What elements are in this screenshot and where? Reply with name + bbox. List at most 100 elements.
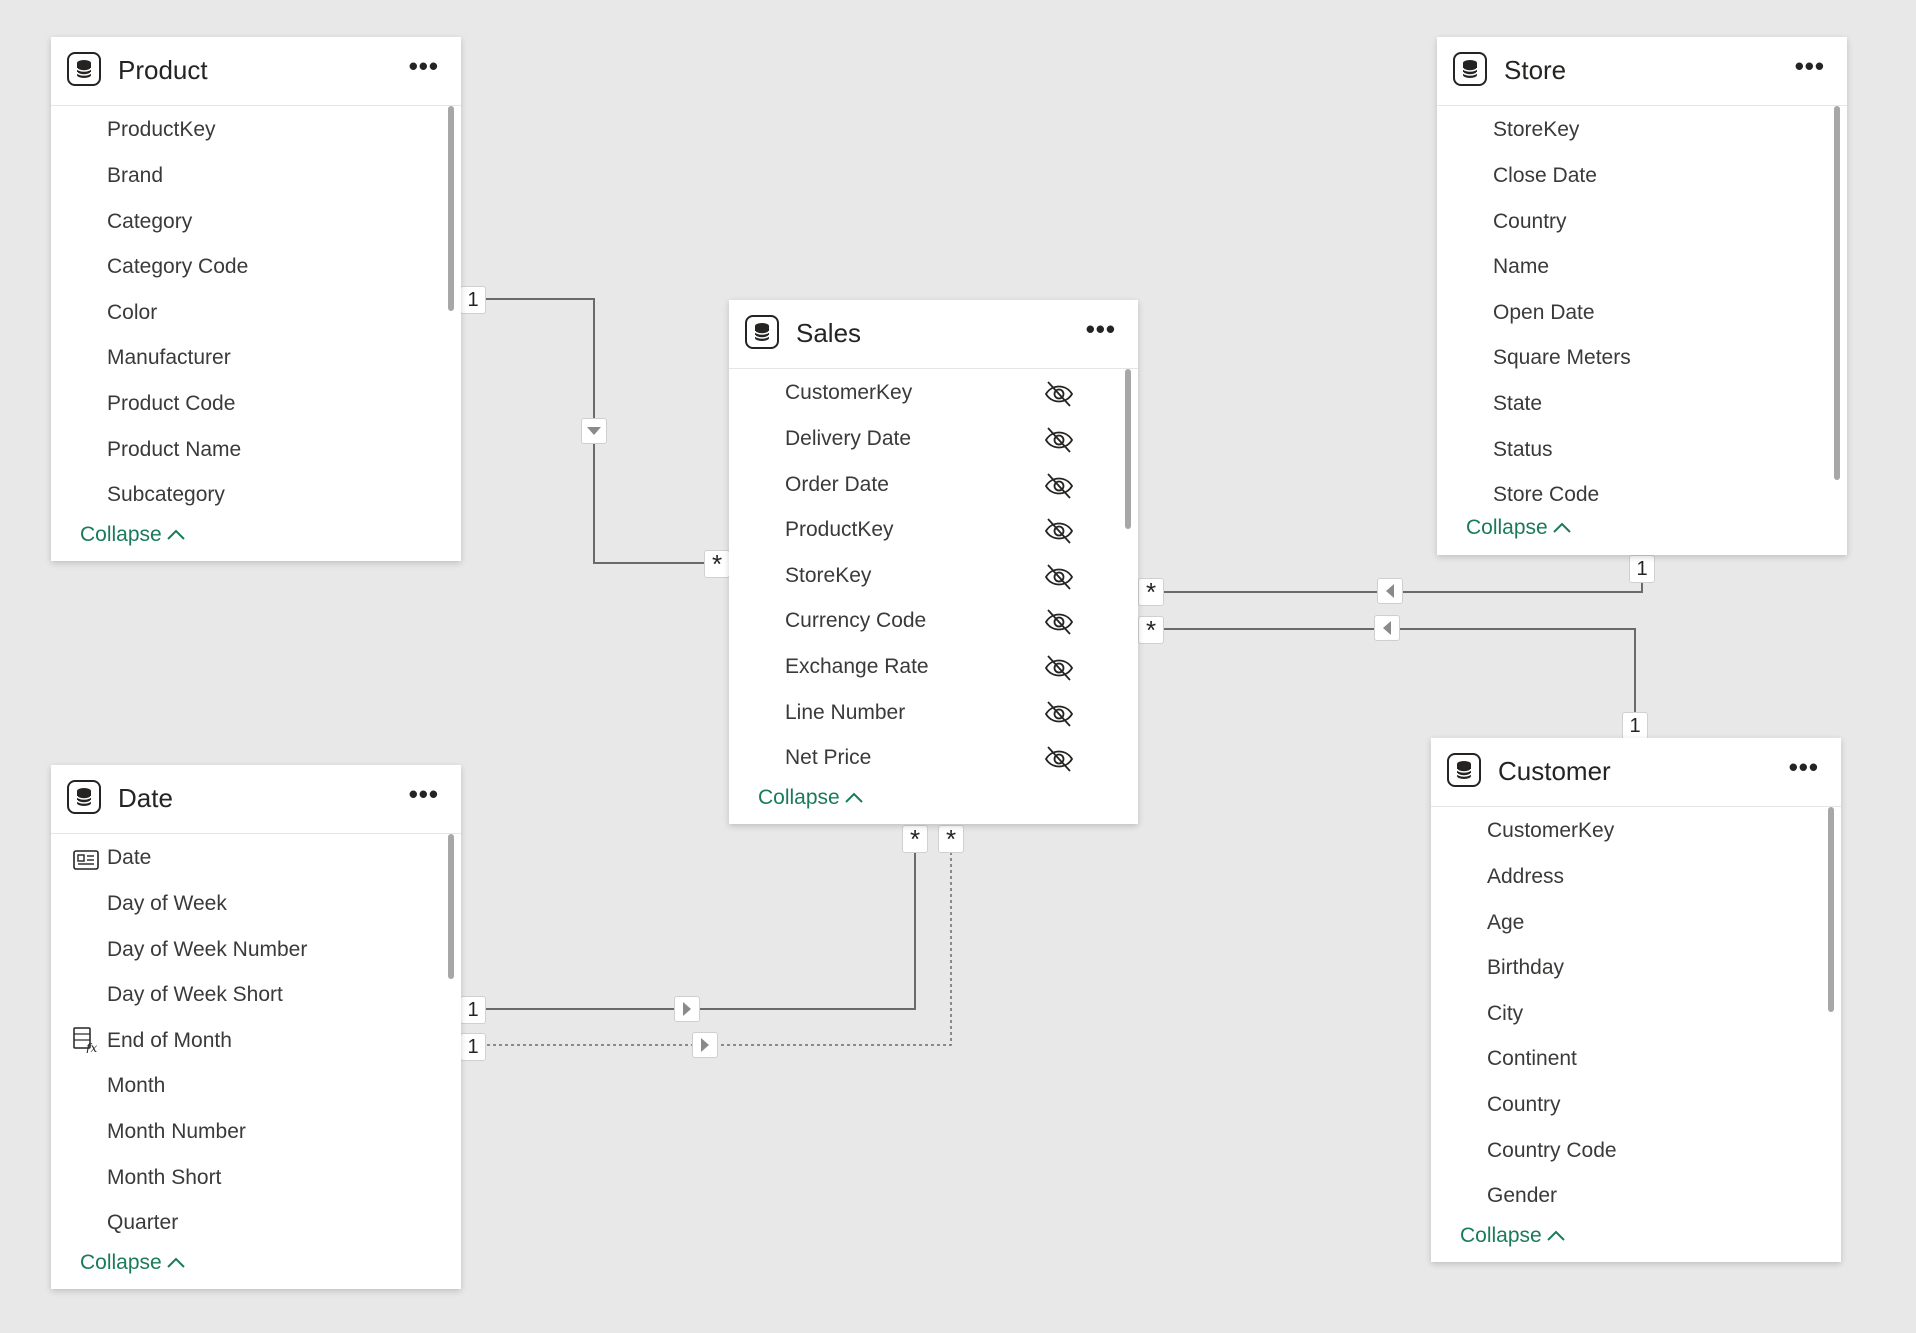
field-day-of-week-short[interactable]: Day of Week Short: [107, 983, 283, 1007]
field-exchange-rate[interactable]: Exchange Rate: [785, 655, 929, 679]
chevron-up-icon: [1546, 1224, 1566, 1248]
table-database-icon: [67, 780, 101, 814]
collapse-button[interactable]: Collapse: [1466, 516, 1572, 540]
field-category[interactable]: Category: [107, 210, 192, 234]
hidden-eye-icon: [1044, 745, 1074, 778]
more-options-icon[interactable]: •••: [1789, 752, 1819, 783]
field-customerkey[interactable]: CustomerKey: [1487, 819, 1614, 843]
field-continent[interactable]: Continent: [1487, 1047, 1577, 1071]
table-database-icon: [67, 52, 101, 86]
field-line-number[interactable]: Line Number: [785, 701, 905, 725]
chevron-up-icon: [166, 1251, 186, 1275]
table-header[interactable]: Date •••: [51, 765, 461, 834]
filter-direction-right-arrow-date-inactive[interactable]: [692, 1032, 718, 1058]
field-subcategory[interactable]: Subcategory: [107, 483, 225, 507]
field-state[interactable]: State: [1493, 392, 1542, 416]
field-gender[interactable]: Gender: [1487, 1184, 1557, 1208]
field-city[interactable]: City: [1487, 1002, 1523, 1026]
field-product-code[interactable]: Product Code: [107, 392, 235, 416]
field-customerkey[interactable]: CustomerKey: [785, 381, 912, 405]
field-age[interactable]: Age: [1487, 911, 1524, 935]
field-date[interactable]: Date: [107, 846, 151, 870]
hidden-eye-icon: [1044, 700, 1074, 733]
table-card-store[interactable]: Store ••• StoreKey Close Date Country Na…: [1437, 37, 1847, 555]
field-list: CustomerKey Delivery Date Order Date Pro…: [729, 369, 1138, 779]
field-month-short[interactable]: Month Short: [107, 1166, 221, 1190]
field-color[interactable]: Color: [107, 301, 157, 325]
scrollbar[interactable]: [1834, 106, 1840, 480]
field-net-price[interactable]: Net Price: [785, 746, 871, 770]
filter-direction-left-arrow-customer[interactable]: [1374, 615, 1400, 641]
table-header[interactable]: Sales •••: [729, 300, 1138, 369]
table-header[interactable]: Product •••: [51, 37, 461, 106]
field-birthday[interactable]: Birthday: [1487, 956, 1564, 980]
cardinality-one-date-inactive: 1: [460, 1033, 486, 1061]
cardinality-one-product: 1: [460, 286, 486, 314]
field-productkey[interactable]: ProductKey: [107, 118, 216, 142]
field-country-code[interactable]: Country Code: [1487, 1139, 1617, 1163]
svg-text:fx: fx: [85, 1041, 97, 1053]
field-category-code[interactable]: Category Code: [107, 255, 248, 279]
field-quarter[interactable]: Quarter: [107, 1211, 178, 1235]
field-order-date[interactable]: Order Date: [785, 473, 889, 497]
table-database-icon: [1453, 52, 1487, 86]
filter-direction-left-arrow-store[interactable]: [1377, 578, 1403, 604]
collapse-button[interactable]: Collapse: [80, 1251, 186, 1275]
field-day-of-week-number[interactable]: Day of Week Number: [107, 938, 307, 962]
hidden-eye-icon: [1044, 426, 1074, 459]
table-title: Product: [118, 55, 208, 85]
field-name[interactable]: Name: [1493, 255, 1549, 279]
field-day-of-week[interactable]: Day of Week: [107, 892, 227, 916]
field-manufacturer[interactable]: Manufacturer: [107, 346, 231, 370]
field-list: StoreKey Close Date Country Name Open Da…: [1437, 106, 1847, 539]
field-list: Date Day of Week Day of Week Number Day …: [51, 834, 461, 1278]
collapse-button[interactable]: Collapse: [1460, 1224, 1566, 1248]
field-month-number[interactable]: Month Number: [107, 1120, 246, 1144]
hidden-eye-icon: [1044, 563, 1074, 596]
field-country[interactable]: Country: [1487, 1093, 1561, 1117]
more-options-icon[interactable]: •••: [409, 51, 439, 82]
field-country[interactable]: Country: [1493, 210, 1567, 234]
field-address[interactable]: Address: [1487, 865, 1564, 889]
field-currency-code[interactable]: Currency Code: [785, 609, 926, 633]
scrollbar[interactable]: [1125, 369, 1131, 529]
field-open-date[interactable]: Open Date: [1493, 301, 1595, 325]
field-storekey[interactable]: StoreKey: [1493, 118, 1579, 142]
collapse-button[interactable]: Collapse: [80, 523, 186, 547]
table-header[interactable]: Customer •••: [1431, 738, 1841, 807]
filter-direction-right-arrow-date[interactable]: [674, 996, 700, 1022]
scrollbar[interactable]: [448, 106, 454, 311]
cardinality-many-sales-store: *: [1138, 578, 1164, 606]
scrollbar[interactable]: [448, 834, 454, 979]
table-title: Date: [118, 783, 173, 813]
field-end-of-month[interactable]: End of Month: [107, 1029, 232, 1053]
hidden-eye-icon: [1044, 517, 1074, 550]
field-delivery-date[interactable]: Delivery Date: [785, 427, 911, 451]
table-title: Customer: [1498, 756, 1611, 786]
field-product-name[interactable]: Product Name: [107, 438, 241, 462]
date-key-icon: [73, 850, 99, 875]
field-storekey[interactable]: StoreKey: [785, 564, 871, 588]
more-options-icon[interactable]: •••: [1795, 51, 1825, 82]
collapse-button[interactable]: Collapse: [758, 786, 864, 810]
more-options-icon[interactable]: •••: [409, 779, 439, 810]
table-card-sales[interactable]: Sales ••• CustomerKey Delivery Date Orde…: [729, 300, 1138, 824]
field-close-date[interactable]: Close Date: [1493, 164, 1597, 188]
field-month[interactable]: Month: [107, 1074, 165, 1098]
scrollbar[interactable]: [1828, 807, 1834, 1012]
field-status[interactable]: Status: [1493, 438, 1553, 462]
table-card-product[interactable]: Product ••• ProductKey Brand Category Ca…: [51, 37, 461, 561]
table-card-date[interactable]: Date ••• Date Day of Week Day of Week Nu…: [51, 765, 461, 1289]
hidden-eye-icon: [1044, 608, 1074, 641]
field-square-meters[interactable]: Square Meters: [1493, 346, 1631, 370]
field-store-code[interactable]: Store Code: [1493, 483, 1599, 507]
field-brand[interactable]: Brand: [107, 164, 163, 188]
hidden-eye-icon: [1044, 654, 1074, 687]
table-header[interactable]: Store •••: [1437, 37, 1847, 106]
more-options-icon[interactable]: •••: [1086, 314, 1116, 345]
chevron-up-icon: [166, 523, 186, 547]
hidden-eye-icon: [1044, 472, 1074, 505]
table-card-customer[interactable]: Customer ••• CustomerKey Address Age Bir…: [1431, 738, 1841, 1262]
field-productkey[interactable]: ProductKey: [785, 518, 894, 542]
filter-direction-down-arrow[interactable]: [581, 418, 607, 444]
